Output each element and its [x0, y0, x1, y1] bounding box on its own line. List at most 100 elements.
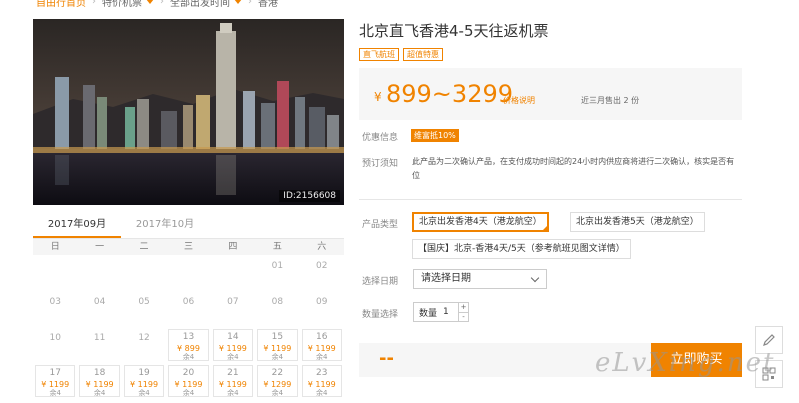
- calendar-day-number: 03: [49, 297, 61, 307]
- calendar-day-available[interactable]: 23 ¥ 1199 余4: [300, 363, 344, 399]
- tag-special-offer: 超值特惠: [403, 48, 443, 61]
- calendar-day-available[interactable]: 13 ¥ 899 余4: [166, 327, 210, 363]
- product-option-4-days[interactable]: 北京出发香港4天（港龙航空）: [412, 212, 549, 232]
- qr-code-button[interactable]: [755, 360, 783, 388]
- calendar-day: [166, 255, 210, 291]
- calendar-day-price: ¥ 1199: [174, 380, 203, 389]
- calendar-day-price: ¥ 1199: [218, 344, 247, 353]
- calendar-day-available[interactable]: 14 ¥ 1199 余4: [211, 327, 255, 363]
- calendar-day-available[interactable]: 16 ¥ 1199 余4: [300, 327, 344, 363]
- calendar-day-price: ¥ 1199: [130, 380, 159, 389]
- calendar-day-number: 16: [316, 332, 328, 342]
- calendar-day-price: ¥ 1299: [263, 380, 292, 389]
- calendar-day-inner: 16 ¥ 1199 余4: [301, 329, 342, 361]
- calendar-day-price: ¥ 1199: [218, 380, 247, 389]
- calendar-day-available[interactable]: 18 ¥ 1199 余4: [77, 363, 121, 399]
- quantity-plus-button[interactable]: +: [459, 303, 468, 312]
- notice-label: 预订须知: [362, 159, 399, 169]
- calendar-day: 12: [122, 327, 166, 363]
- calendar-day-number: 17: [49, 368, 61, 378]
- breadcrumb-separator: ›: [92, 0, 96, 7]
- calendar-day-price: ¥ 1199: [41, 380, 70, 389]
- calendar-day-inner: 12: [124, 332, 164, 345]
- total-price: --: [379, 348, 394, 369]
- calendar-day-inner: 17 ¥ 1199 余4: [35, 365, 76, 397]
- calendar-day-number: 06: [182, 297, 195, 307]
- quantity-label: 数量选择: [362, 310, 399, 320]
- product-option-national-day[interactable]: 【国庆】北京-香港4天/5天（参考航班见图文详情）: [412, 239, 631, 259]
- edit-feedback-button[interactable]: [755, 326, 783, 354]
- calendar-day-stock: 余4: [182, 389, 195, 397]
- price-explain-link[interactable]: 价格说明: [503, 95, 535, 106]
- booking-notice-text: 此产品为二次确认产品，在支付成功时间起的24小时内供应商将进行二次确认，核实是否…: [412, 157, 735, 180]
- calendar-day-available[interactable]: 17 ¥ 1199 余4: [33, 363, 77, 399]
- calendar-day: 07: [211, 291, 255, 327]
- weekday-label: 日: [50, 242, 60, 252]
- product-option-label: 北京出发香港4天（港龙航空）: [419, 217, 542, 227]
- calendar-day-inner: 05: [124, 296, 164, 309]
- breadcrumb-home[interactable]: 自由行首页: [36, 0, 86, 9]
- calendar-day-stock: 余4: [138, 389, 150, 397]
- calendar-day-number: 20: [182, 368, 195, 378]
- calendar-day-number: 05: [138, 297, 150, 307]
- calendar-day: 06: [166, 291, 210, 327]
- calendar-day-available[interactable]: 20 ¥ 1199 余4: [166, 363, 210, 399]
- promo-label: 优惠信息: [362, 133, 399, 143]
- calendar-day-number: 01: [271, 261, 284, 271]
- calendar-day-inner: 01: [257, 260, 297, 273]
- product-type-label: 产品类型: [362, 220, 399, 230]
- tab-month-september[interactable]: 2017年09月: [33, 215, 121, 238]
- calendar-day-available[interactable]: 15 ¥ 1199 余4: [255, 327, 299, 363]
- calendar-day-number: 11: [93, 333, 106, 343]
- calendar-day-available[interactable]: 21 ¥ 1199 余4: [211, 363, 255, 399]
- weekday-label: 五: [272, 242, 282, 252]
- caret-down-icon: [234, 0, 242, 4]
- calendar-day-available[interactable]: 22 ¥ 1299 余4: [255, 363, 299, 399]
- hong-kong-skyline-image: [33, 19, 344, 205]
- buy-now-button[interactable]: 立即购买: [651, 343, 742, 377]
- caret-down-icon: [146, 0, 154, 4]
- quantity-minus-button[interactable]: -: [459, 312, 468, 322]
- pencil-icon: [763, 334, 775, 346]
- calendar-day-number: 19: [138, 368, 150, 378]
- quantity-inner-label: 数量: [419, 308, 438, 319]
- calendar-day-stock: 余4: [227, 389, 239, 397]
- tab-month-october[interactable]: 2017年10月: [121, 215, 209, 238]
- calendar-week-row: 01 02: [33, 255, 344, 291]
- calendar-day-inner: 23 ¥ 1199 余4: [301, 365, 342, 397]
- calendar-day-inner: 09: [302, 296, 342, 309]
- calendar-day-number: 22: [271, 368, 284, 378]
- quantity-stepper[interactable]: 数量 1 + -: [413, 302, 469, 322]
- calendar-day-number: 21: [227, 368, 239, 378]
- breadcrumb-separator: ›: [160, 0, 164, 7]
- calendar-day-inner: 11: [79, 332, 119, 345]
- calendar-day-inner: 19 ¥ 1199 余4: [123, 365, 165, 397]
- calendar-day-number: 18: [93, 368, 106, 378]
- calendar-day-inner: 10: [35, 332, 75, 345]
- calendar-day-number: 15: [271, 332, 284, 342]
- divider: [359, 199, 742, 200]
- breadcrumb-flight-deals[interactable]: 特价机票: [102, 0, 154, 9]
- product-option-5-days[interactable]: 北京出发香港5天（港龙航空）: [570, 212, 705, 232]
- weekday-label: 二: [139, 242, 149, 252]
- date-select[interactable]: 请选择日期: [413, 269, 547, 289]
- calendar-day-stock: 余4: [49, 389, 61, 397]
- quantity-value[interactable]: 1: [437, 307, 455, 317]
- calendar-day-available[interactable]: 19 ¥ 1199 余4: [122, 363, 166, 399]
- calendar-day-number: 09: [316, 297, 328, 307]
- calendar-day-stock: 余4: [316, 389, 328, 397]
- price-range: 899~3299: [386, 80, 513, 108]
- calendar-day-inner: 06: [168, 296, 208, 309]
- calendar-grid: 01 02 03 04 05 06 07 08 09 10 11 12 13 ¥ 899 余4 14 ¥ 119…: [33, 255, 344, 399]
- calendar-day-price: ¥ 1199: [307, 344, 336, 353]
- breadcrumb-destination[interactable]: 香港: [258, 0, 278, 9]
- calendar-day-stock: 余4: [271, 389, 284, 397]
- calendar-day: [33, 255, 77, 291]
- breadcrumb-departure-time[interactable]: 全部出发时间: [170, 0, 242, 9]
- calendar-day-inner: 22 ¥ 1299 余4: [257, 365, 298, 397]
- breadcrumb-departure-time-label: 全部出发时间: [170, 0, 230, 9]
- calendar-day-number: 10: [49, 333, 61, 343]
- calendar-day: 09: [300, 291, 344, 327]
- breadcrumb-separator: ›: [248, 0, 252, 7]
- weekday-label: 三: [183, 242, 193, 252]
